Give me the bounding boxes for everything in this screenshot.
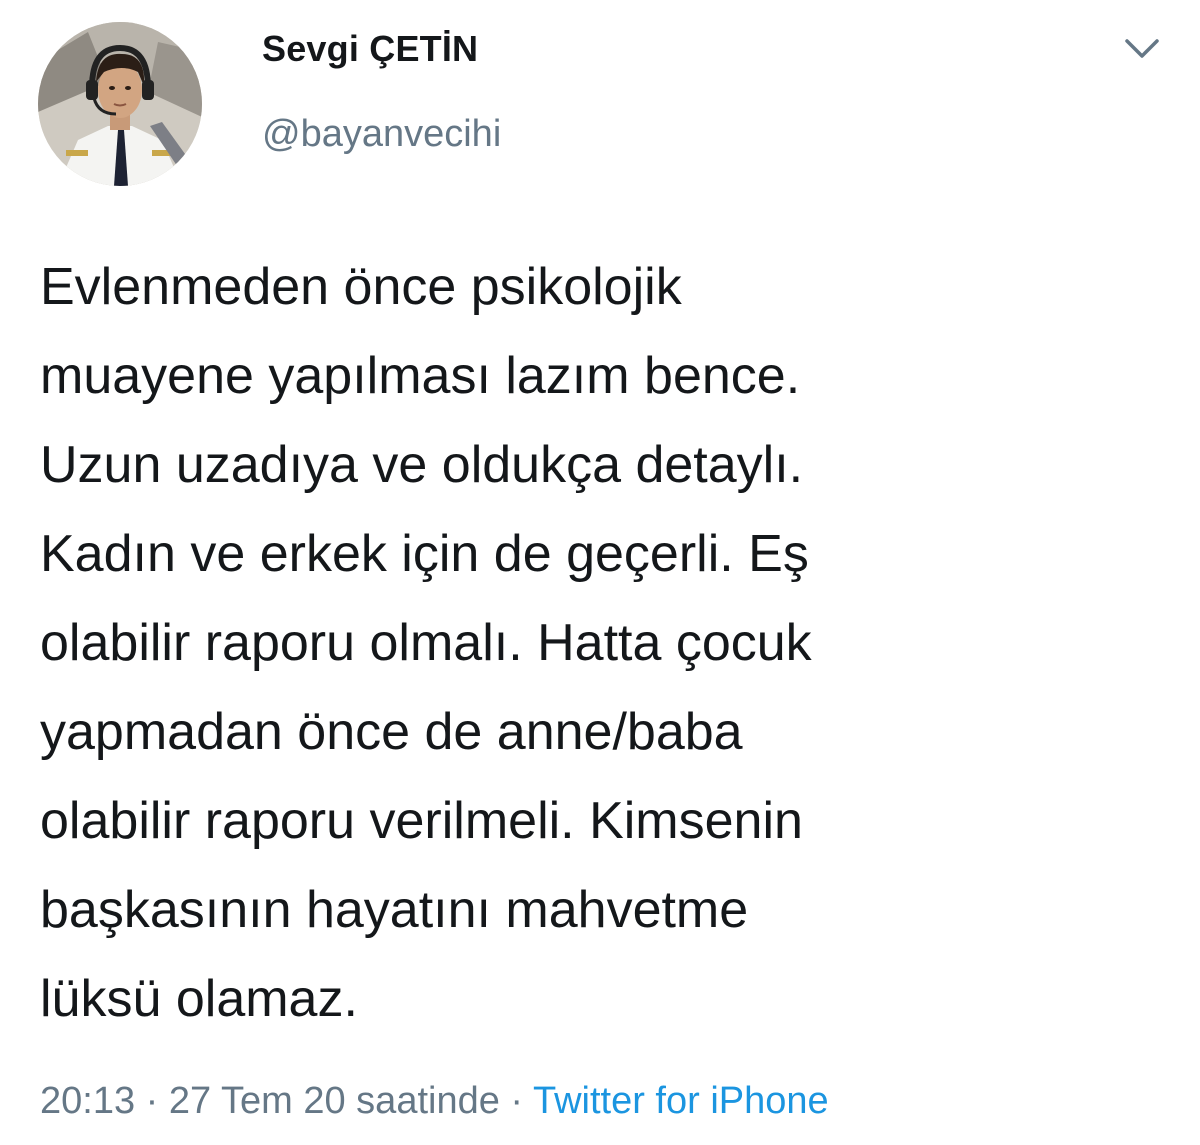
separator-dot: ·: [145, 1080, 159, 1122]
avatar-photo: [38, 22, 202, 186]
tweet-metadata: 20:13 · 27 Tem 20 saatinde · Twitter for…: [40, 1080, 829, 1123]
tweet-date[interactable]: 27 Tem 20 saatinde: [169, 1080, 500, 1122]
tweet-source-link[interactable]: Twitter for iPhone: [533, 1080, 829, 1122]
chevron-down-icon[interactable]: [1122, 36, 1162, 62]
tweet-card: Sevgi ÇETİN @bayanvecihi Evlenmeden önce…: [0, 0, 1200, 1145]
separator-dot: ·: [510, 1080, 524, 1122]
author-handle[interactable]: @bayanvecihi: [262, 113, 501, 156]
author-display-name[interactable]: Sevgi ÇETİN: [262, 28, 478, 70]
tweet-text: Evlenmeden önce psikolojik muayene yapıl…: [40, 258, 812, 1028]
avatar[interactable]: [38, 22, 202, 186]
tweet-time[interactable]: 20:13: [40, 1080, 135, 1122]
